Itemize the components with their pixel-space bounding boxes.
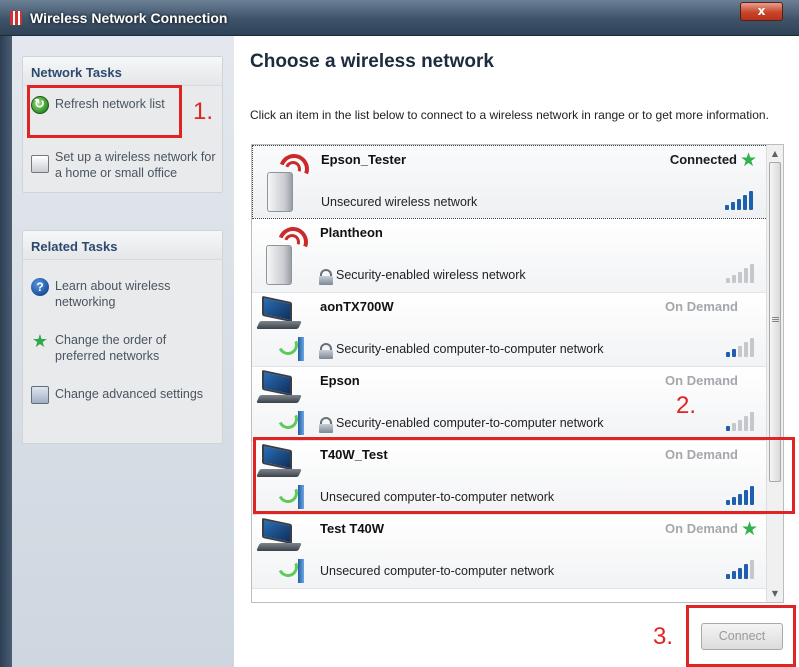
signal-bar [726, 352, 730, 357]
preferred-star-icon: ★ [740, 518, 758, 540]
signal-strength-icon [726, 557, 756, 579]
related-tasks-group: Related Tasks ? Learn about wireless net… [22, 230, 223, 444]
main-panel: Choose a wireless network Click an item … [234, 36, 799, 667]
signal-bar [731, 202, 735, 210]
network-name: Test T40W [320, 521, 385, 536]
related-tasks-header: Related Tasks [23, 231, 222, 260]
preferred-star-icon: ★ [739, 149, 757, 171]
change-advanced-settings-label: Change advanced settings [55, 387, 204, 401]
access-point-icon [265, 149, 314, 214]
lock-icon [319, 343, 333, 359]
signal-bar [732, 423, 736, 431]
signal-strength-icon [726, 335, 756, 357]
signal-strength-icon [725, 188, 755, 210]
setup-wireless-network-link[interactable]: Set up a wireless network for a home or … [31, 149, 217, 181]
signal-bar [744, 416, 748, 431]
signal-bar [726, 278, 730, 283]
signal-bar [744, 564, 748, 579]
learn-about-wireless-link[interactable]: ? Learn about wireless networking [31, 278, 211, 310]
network-tasks-header: Network Tasks [23, 57, 222, 86]
window-title: Wireless Network Connection [30, 10, 228, 26]
annotation-number-2: 2. [676, 392, 697, 419]
help-icon: ? [31, 278, 49, 296]
computer-to-computer-icon [256, 295, 312, 363]
network-description: Unsecured computer-to-computer network [320, 564, 555, 578]
learn-about-wireless-label: Learn about wireless networking [55, 279, 171, 309]
computer-to-computer-icon [256, 369, 312, 437]
network-status: Connected [669, 152, 737, 167]
signal-bar [732, 571, 736, 579]
scroll-thumb[interactable] [769, 162, 781, 482]
signal-bar [738, 568, 742, 579]
signal-bar [750, 412, 754, 431]
change-preferred-order-link[interactable]: ★ Change the order of preferred networks [31, 332, 211, 364]
settings-icon [31, 386, 49, 404]
network-status: On Demand [665, 521, 738, 536]
scroll-down-arrow-icon[interactable]: ▼ [767, 585, 783, 602]
change-advanced-settings-link[interactable]: Change advanced settings [31, 386, 211, 404]
signal-strength-icon [726, 261, 756, 283]
annotation-number-1: 1. [193, 98, 214, 125]
network-description: Unsecured wireless network [321, 195, 478, 209]
annotation-box-refresh [27, 85, 182, 138]
signal-bar [744, 342, 748, 357]
network-list: Epson_Tester Unsecured wireless network Co… [251, 144, 784, 603]
signal-bar [737, 199, 741, 210]
network-description: Security-enabled computer-to-computer ne… [336, 416, 604, 430]
signal-bar [743, 195, 747, 210]
annotation-box-network [253, 437, 795, 514]
network-row[interactable]: Epson_Tester Unsecured wireless network Co… [252, 145, 768, 219]
network-row[interactable]: Test T40W Unsecured computer-to-computer … [252, 515, 768, 589]
signal-bar [750, 560, 754, 579]
network-row[interactable]: aonTX700W Security-enabled computer-to-co… [252, 293, 768, 367]
setup-wireless-network-label: Set up a wireless network for a home or … [55, 150, 216, 180]
page-title: Choose a wireless network [250, 51, 494, 72]
signal-bar [738, 272, 742, 283]
signal-bar [749, 191, 753, 210]
network-description: Security-enabled wireless network [336, 268, 526, 282]
signal-bar [750, 264, 754, 283]
signal-bar [725, 205, 729, 210]
lock-icon [319, 417, 333, 433]
annotation-box-connect [686, 605, 796, 667]
page-description: Click an item in the list below to conne… [250, 108, 769, 122]
signal-bar [732, 349, 736, 357]
network-name: Plantheon [320, 225, 383, 240]
signal-bar [738, 346, 742, 357]
signal-bar [732, 275, 736, 283]
access-point-icon [264, 222, 313, 287]
network-name: aonTX700W [320, 299, 394, 314]
signal-bar [750, 338, 754, 357]
network-name: Epson [320, 373, 360, 388]
network-status: On Demand [665, 373, 738, 388]
signal-strength-icon [726, 409, 756, 431]
network-name: Epson_Tester [321, 152, 407, 167]
star-icon: ★ [31, 331, 49, 351]
list-scrollbar[interactable]: ▲ ▼ [766, 145, 783, 602]
scroll-up-arrow-icon[interactable]: ▲ [767, 145, 783, 162]
network-status: On Demand [665, 299, 738, 314]
title-bar: Wireless Network Connection x [0, 0, 799, 36]
window-frame [0, 36, 12, 667]
change-preferred-order-label: Change the order of preferred networks [55, 333, 167, 363]
signal-bar [726, 574, 730, 579]
annotation-number-3: 3. [653, 623, 674, 650]
network-row[interactable]: Plantheon Security-enabled wireless netwo… [252, 219, 768, 293]
network-setup-icon [31, 155, 49, 173]
signal-bar [744, 268, 748, 283]
signal-bar [726, 426, 730, 431]
app-icon [10, 11, 22, 25]
network-description: Security-enabled computer-to-computer ne… [336, 342, 604, 356]
lock-icon [319, 269, 333, 285]
signal-bar [738, 420, 742, 431]
computer-to-computer-icon [256, 517, 312, 585]
close-button[interactable]: x [740, 2, 783, 21]
